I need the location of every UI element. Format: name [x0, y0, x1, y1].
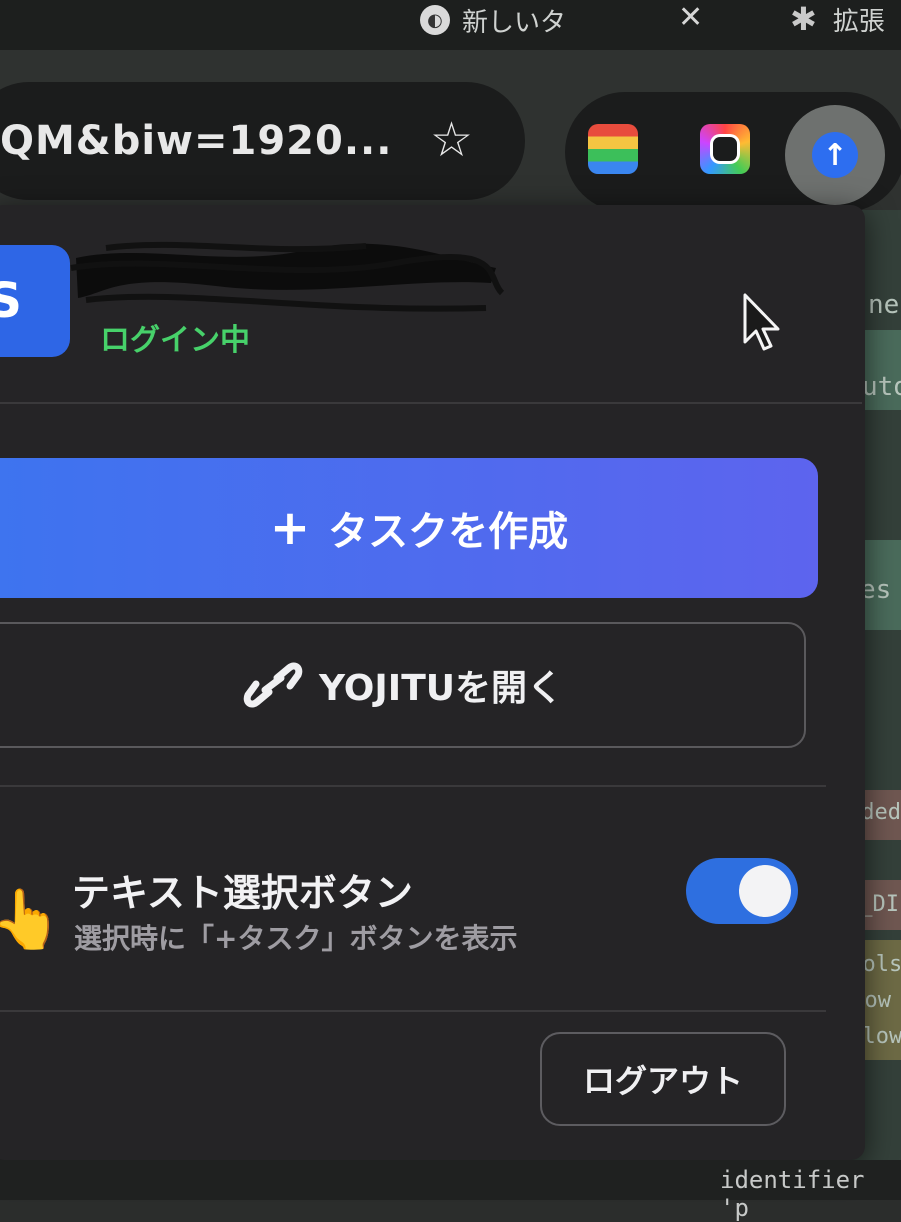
logout-button[interactable]: ログアウト: [540, 1032, 786, 1126]
avatar: S: [0, 245, 70, 357]
tab-title: 新しいタ: [462, 7, 567, 38]
background-text: ne: [868, 290, 900, 320]
text-select-title: テキスト選択ボタン: [72, 871, 413, 915]
pointing-hand-icon: 👆: [0, 885, 63, 953]
puzzle-icon: ✱: [790, 0, 817, 38]
plus-icon: +: [269, 500, 311, 556]
open-yojitu-button[interactable]: YOJITUを開く: [0, 622, 806, 748]
new-tab-icon: ◐: [420, 5, 450, 35]
background-text: identifier 'p: [720, 1166, 865, 1222]
extension-bars-icon[interactable]: [588, 124, 638, 174]
close-tab-icon[interactable]: ✕: [678, 0, 703, 35]
divider: [0, 785, 826, 787]
extension-camera-icon[interactable]: [700, 124, 750, 174]
text-select-toggle[interactable]: [686, 858, 798, 924]
tab-new[interactable]: ◐ 新しいタ: [420, 0, 566, 40]
tab-extensions-label: 拡張: [832, 6, 885, 37]
create-task-button[interactable]: + タスクを作成: [0, 458, 818, 598]
divider: [0, 1010, 826, 1012]
login-status: ログイン中: [100, 323, 250, 358]
open-yojitu-label: YOJITUを開く: [319, 668, 563, 709]
tab-extensions[interactable]: ✱ 拡張: [790, 0, 885, 38]
arrow-up-icon: ↑: [812, 132, 858, 178]
mouse-cursor-icon: [743, 293, 780, 351]
create-task-label: タスクを作成: [328, 509, 569, 555]
divider: [0, 402, 862, 404]
text-select-description: 選択時に「+タスク」ボタンを表示: [74, 922, 518, 955]
background-text: uto: [862, 372, 901, 402]
toggle-knob: [739, 865, 791, 917]
extension-yojitu-button[interactable]: ↑: [785, 105, 885, 205]
address-url[interactable]: QM&biw=1920...: [0, 118, 392, 164]
bookmark-star-icon[interactable]: ☆: [430, 112, 473, 168]
link-icon: [243, 662, 303, 708]
